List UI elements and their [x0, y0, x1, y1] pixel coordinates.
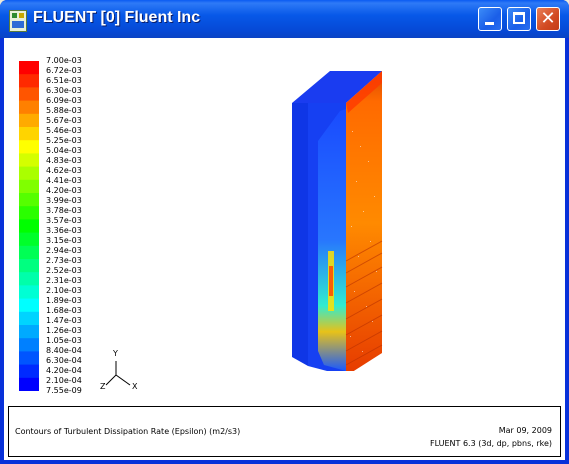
legend-label: 1.26e-03 — [46, 326, 82, 335]
legend-label: 7.55e-09 — [46, 386, 82, 395]
legend-label: 3.78e-03 — [46, 206, 82, 215]
legend-color-band — [19, 127, 39, 141]
legend-label: 2.10e-03 — [46, 286, 82, 295]
axis-label-z: Z — [100, 382, 106, 391]
legend-label: 2.31e-03 — [46, 276, 82, 285]
legend-label: 6.30e-03 — [46, 86, 82, 95]
legend-color-band — [19, 74, 39, 88]
axis-label-y: Y — [113, 349, 118, 358]
legend-label: 4.41e-03 — [46, 176, 82, 185]
legend-color-band — [19, 325, 39, 339]
legend-label: 5.04e-03 — [46, 146, 82, 155]
legend-color-band — [19, 100, 39, 115]
legend-label: 5.25e-03 — [46, 136, 82, 145]
contour-description: Contours of Turbulent Dissipation Rate (… — [15, 427, 241, 436]
legend-color-band — [19, 245, 39, 260]
window-title: FLUENT [0] Fluent Inc — [33, 9, 201, 26]
legend-label: 6.09e-03 — [46, 96, 82, 105]
legend-color-band — [19, 311, 39, 326]
legend-color-band — [19, 377, 39, 391]
legend-color-band — [19, 219, 39, 234]
legend-color-band — [19, 193, 39, 207]
legend-color-band — [19, 364, 39, 379]
legend-label: 8.40e-04 — [46, 346, 82, 355]
model-left-face — [292, 103, 308, 366]
legend-color-band — [19, 153, 39, 168]
graphics-canvas[interactable]: 7.00e-03 6.72e-03 6.51e-03 6.30e-03 6.09e-03… — [8, 43, 561, 405]
axis-triad: Y Z X — [96, 349, 138, 399]
model-channel — [318, 109, 346, 371]
maximize-icon — [513, 12, 525, 24]
legend-label: 2.52e-03 — [46, 266, 82, 275]
legend-label: 4.20e-04 — [46, 366, 82, 375]
legend-color-band — [19, 232, 39, 247]
legend-label: 5.88e-03 — [46, 106, 82, 115]
minimize-icon — [485, 22, 494, 25]
legend-color-band — [19, 338, 39, 352]
legend-color-band — [19, 87, 39, 102]
legend-color-band — [19, 166, 39, 181]
contour-model-view — [292, 71, 383, 371]
axis-label-x: X — [132, 382, 138, 391]
close-icon: ✕ — [540, 8, 556, 29]
legend-label: 4.83e-03 — [46, 156, 82, 165]
minimize-button[interactable] — [478, 7, 502, 31]
legend-label: 3.36e-03 — [46, 226, 82, 235]
legend-label: 3.15e-03 — [46, 236, 82, 245]
legend-color-band — [19, 285, 39, 300]
legend-label: 1.89e-03 — [46, 296, 82, 305]
legend-label: 7.00e-03 — [46, 56, 82, 65]
legend-color-band — [19, 259, 39, 273]
model-hotspot-core — [329, 266, 333, 296]
legend-label: 2.73e-03 — [46, 256, 82, 265]
legend-color-band — [19, 61, 39, 75]
legend-label: 1.68e-03 — [46, 306, 82, 315]
legend-label: 1.47e-03 — [46, 316, 82, 325]
close-button[interactable]: ✕ — [536, 7, 560, 31]
legend-label: 5.67e-03 — [46, 116, 82, 125]
legend-label: 1.05e-03 — [46, 336, 82, 345]
model-right-face — [346, 71, 382, 371]
info-version: FLUENT 6.3 (3d, dp, pbns, rke) — [429, 439, 552, 448]
color-legend-bar — [19, 61, 39, 391]
legend-label: 6.51e-03 — [46, 76, 82, 85]
legend-label: 6.72e-03 — [46, 66, 82, 75]
info-date: Mar 09, 2009 — [498, 426, 552, 435]
legend-color-band — [19, 140, 39, 154]
legend-label: 2.94e-03 — [46, 246, 82, 255]
fluent-window: FLUENT [0] Fluent Inc ✕ 7.00e-03 6.72e-03… — [0, 0, 569, 464]
legend-label: 6.30e-04 — [46, 356, 82, 365]
graphics-client-area: 7.00e-03 6.72e-03 6.51e-03 6.30e-03 6.09e-03… — [4, 38, 565, 460]
legend-color-band — [19, 206, 39, 220]
legend-color-band — [19, 272, 39, 286]
maximize-button[interactable] — [507, 7, 531, 31]
legend-label: 2.10e-04 — [46, 376, 82, 385]
fluent-app-icon[interactable] — [9, 10, 27, 32]
legend-label: 4.62e-03 — [46, 166, 82, 175]
legend-label: 3.57e-03 — [46, 216, 82, 225]
legend-label: 4.20e-03 — [46, 186, 82, 195]
legend-label: 5.46e-03 — [46, 126, 82, 135]
legend-color-band — [19, 298, 39, 313]
title-bar[interactable]: FLUENT [0] Fluent Inc ✕ — [0, 0, 569, 38]
legend-color-band — [19, 351, 39, 366]
legend-label: 3.99e-03 — [46, 196, 82, 205]
legend-color-band — [19, 113, 39, 128]
legend-color-band — [19, 179, 39, 194]
info-bar: Contours of Turbulent Dissipation Rate (… — [8, 406, 561, 457]
